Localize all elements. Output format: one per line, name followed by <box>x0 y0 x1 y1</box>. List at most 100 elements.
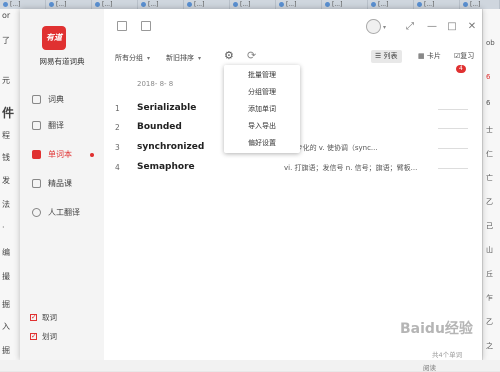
sidebar-item-course[interactable]: 精品课 <box>20 173 104 195</box>
browser-tab[interactable]: [...] <box>460 0 500 9</box>
sidebar-item-translate[interactable]: 翻译 <box>20 115 104 137</box>
course-icon <box>32 179 41 188</box>
page-text: · <box>2 223 5 232</box>
row-number: 3 <box>115 143 120 152</box>
definition: vi. 打旗语；发信号 n. 信号；旗语；臂板... <box>284 164 418 172</box>
wordbook-main: ▾ ⤢ — □ ✕ 所有分组 ▾ 新旧排序 ▾ ⚙ ⟳ ☰ 列表 ▦ 卡片 ☑复习4… <box>104 9 482 360</box>
browser-tab[interactable]: [...] <box>414 0 460 9</box>
page-text: 发 <box>2 176 10 185</box>
page-text: 6 <box>486 73 491 81</box>
page-text: 程 <box>2 131 10 140</box>
word: Bounded <box>137 122 182 132</box>
capture-word-checkbox[interactable]: ✓ 取词 <box>30 311 100 325</box>
row-number: 1 <box>115 104 120 113</box>
page-text: 丘 <box>486 270 493 278</box>
review-label: 复习 <box>460 52 475 60</box>
page-text: or <box>2 11 11 20</box>
checkmark-icon: ✓ <box>30 313 37 321</box>
word: synchronized <box>137 142 205 152</box>
sidebar-item-label: 人工翻译 <box>48 208 80 217</box>
sidebar-item-label: 词典 <box>48 95 64 104</box>
browser-tab[interactable]: [...] <box>46 0 92 9</box>
notes-icon[interactable] <box>117 21 127 31</box>
browser-tab[interactable]: [...] <box>138 0 184 9</box>
page-text: 山 <box>486 246 493 254</box>
page-text: 撮 <box>2 272 10 281</box>
browser-tab[interactable]: [...] <box>230 0 276 9</box>
avatar[interactable] <box>366 19 381 34</box>
page-text: 掘 <box>2 300 10 309</box>
word: Serializable <box>137 103 197 113</box>
page-text: 入 <box>2 322 10 331</box>
compact-mode-icon[interactable]: ⤢ <box>404 21 416 33</box>
sidebar-item-wordbook[interactable]: 单词本 <box>20 144 104 166</box>
row-number: 2 <box>115 123 120 132</box>
card-view-button[interactable]: ▦ 卡片 <box>414 50 445 63</box>
app-logo: 有道 <box>42 26 66 50</box>
dictionary-icon <box>32 95 41 104</box>
menu-item-batch-manage[interactable]: 批量管理 <box>224 67 300 83</box>
page-text: 了 <box>2 36 10 45</box>
maximize-button[interactable]: □ <box>446 21 458 33</box>
browser-tab[interactable]: [...] <box>92 0 138 9</box>
checkbox-label: 划词 <box>42 332 57 341</box>
page-text: 6 <box>486 99 491 107</box>
app-name: 网易有道词典 <box>39 57 85 66</box>
date-header: 2018- 8- 8 <box>137 80 174 88</box>
table-row[interactable]: 4 Semaphore vi. 打旗语；发信号 n. 信号；旗语；臂板... <box>104 158 482 178</box>
screenshot-icon[interactable] <box>141 21 151 31</box>
checkbox-label: 取词 <box>42 313 57 322</box>
page-text: 元 <box>2 76 10 85</box>
page-text: 乙 <box>486 198 493 206</box>
review-count-badge: 4 <box>456 65 466 73</box>
sidebar-item-human-translation[interactable]: 人工翻译 <box>20 202 104 224</box>
list-view-button[interactable]: ☰ 列表 <box>371 50 402 63</box>
browser-tab-strip: [...] [...] [...] [...] [...] [...] [...… <box>0 0 500 9</box>
row-number: 4 <box>115 163 120 172</box>
minimize-button[interactable]: — <box>426 21 438 33</box>
sort-label: 新旧排序 <box>166 54 194 62</box>
select-word-checkbox[interactable]: ✓ 划词 <box>30 330 100 344</box>
browser-tab[interactable]: [...] <box>368 0 414 9</box>
word: Semaphore <box>137 162 195 172</box>
browser-tab[interactable]: [...] <box>0 0 46 9</box>
gear-icon[interactable]: ⚙ <box>224 49 234 62</box>
page-text: 钱 <box>2 153 10 162</box>
browser-tab[interactable]: [...] <box>322 0 368 9</box>
sidebar-item-dictionary[interactable]: 词典 <box>20 89 104 111</box>
sidebar-item-label: 单词本 <box>48 150 72 159</box>
menu-item-add-word[interactable]: 添加单词 <box>224 101 300 117</box>
card-view-label: 卡片 <box>426 52 441 60</box>
menu-item-import-export[interactable]: 导入导出 <box>224 118 300 134</box>
human-translation-icon <box>32 208 41 217</box>
browser-tab[interactable]: [...] <box>184 0 230 9</box>
list-icon: ☰ <box>375 52 382 60</box>
page-text: 掘 <box>2 346 10 355</box>
sidebar-item-label: 精品课 <box>48 179 72 188</box>
menu-item-preferences[interactable]: 偏好设置 <box>224 135 300 151</box>
page-text: 法 <box>2 200 10 209</box>
group-filter-label: 所有分组 <box>115 54 143 62</box>
page-text: 士 <box>486 126 493 134</box>
youdao-dictionary-window: 有道 网易有道词典 词典 翻译 单词本 精品课 人工翻译 ✓ 取词 ✓ 划词 ▾… <box>20 9 482 360</box>
close-button[interactable]: ✕ <box>466 21 478 33</box>
sort-dropdown[interactable]: 新旧排序 ▾ <box>166 53 201 63</box>
card-icon: ▦ <box>418 52 425 60</box>
watermark: Baidu经验 <box>400 321 473 337</box>
page-text: 亡 <box>486 174 493 182</box>
proficiency-bar <box>438 109 468 110</box>
menu-item-group-manage[interactable]: 分组管理 <box>224 84 300 100</box>
settings-menu: 批量管理 分组管理 添加单词 导入导出 偏好设置 <box>224 65 300 153</box>
translate-icon <box>32 121 41 130</box>
page-text: 件 <box>2 106 15 120</box>
chevron-down-icon[interactable]: ▾ <box>383 24 386 31</box>
group-filter-dropdown[interactable]: 所有分组 ▾ <box>115 53 150 63</box>
page-text: ob <box>486 39 495 47</box>
review-button[interactable]: ☑复习4 <box>452 50 482 73</box>
browser-tab[interactable]: [...] <box>276 0 322 9</box>
chevron-down-icon: ▾ <box>198 55 202 62</box>
checkmark-icon: ✓ <box>30 332 37 340</box>
sync-icon[interactable]: ⟳ <box>247 49 256 62</box>
page-text: 乍 <box>486 294 493 302</box>
page-text: 己 <box>486 222 493 230</box>
